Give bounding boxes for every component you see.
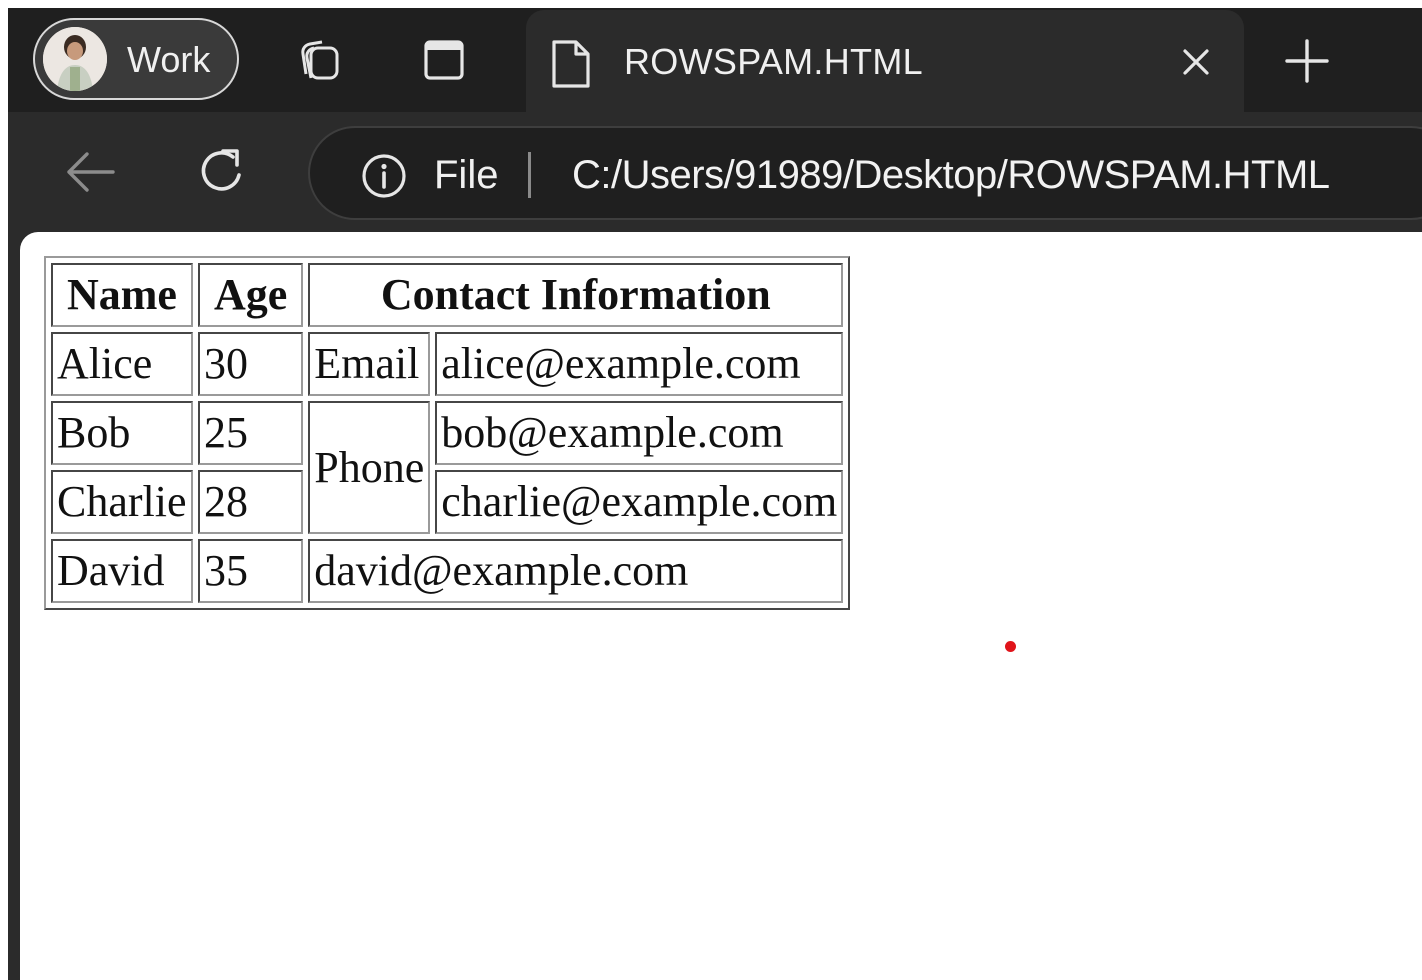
browser-window: Work ROWSPAM.HTML File C:/Users/91989/De… bbox=[8, 8, 1422, 980]
header-contact-information: Contact Information bbox=[308, 263, 844, 327]
tab-title: ROWSPAM.HTML bbox=[624, 41, 923, 82]
header-name: Name bbox=[51, 263, 193, 327]
table-row: Alice 30 Email alice@example.com bbox=[51, 332, 844, 396]
tab-close-button[interactable] bbox=[1172, 38, 1220, 86]
reload-icon bbox=[201, 149, 241, 191]
address-bar[interactable]: File C:/Users/91989/Desktop/ROWSPAM.HTML bbox=[308, 126, 1422, 220]
workspaces-icon bbox=[301, 40, 339, 80]
cell-contact: bob@example.com bbox=[435, 401, 844, 465]
cell-contact: charlie@example.com bbox=[435, 470, 844, 534]
table-row: David 35 david@example.com bbox=[51, 539, 844, 603]
cell-age: 30 bbox=[197, 332, 304, 396]
workspaces-button[interactable] bbox=[290, 32, 346, 88]
plus-icon bbox=[1285, 39, 1329, 83]
red-dot-marker bbox=[1005, 641, 1016, 652]
toolbar: File C:/Users/91989/Desktop/ROWSPAM.HTML bbox=[8, 112, 1422, 232]
table-row: Bob 25 Phone bob@example.com bbox=[51, 401, 844, 534]
cell-contact-method: Phone bbox=[308, 401, 431, 534]
cell-contact: david@example.com bbox=[308, 539, 844, 603]
cell-name: Alice bbox=[51, 332, 193, 396]
cell-age: 28 bbox=[197, 470, 304, 534]
cell-contact-method: Email bbox=[308, 332, 431, 396]
cell-name: Charlie bbox=[51, 470, 193, 534]
url-text[interactable]: C:/Users/91989/Desktop/ROWSPAM.HTML bbox=[572, 150, 1330, 200]
page-content: Name Age Contact Information Alice 30 Em… bbox=[20, 232, 1422, 980]
address-divider bbox=[528, 152, 531, 198]
info-icon[interactable] bbox=[360, 152, 408, 200]
site-scheme-label[interactable]: File bbox=[434, 150, 498, 200]
table-row: Charlie 28 charlie@example.com bbox=[51, 470, 844, 534]
table-header-row: Name Age Contact Information bbox=[51, 263, 844, 327]
profile-label: Work bbox=[127, 39, 211, 80]
profile-button[interactable]: Work bbox=[33, 18, 239, 100]
tab-strip: Work ROWSPAM.HTML bbox=[8, 8, 1422, 112]
back-button[interactable] bbox=[60, 142, 120, 202]
avatar bbox=[43, 27, 107, 91]
tab-rowspam[interactable]: ROWSPAM.HTML bbox=[526, 10, 1244, 112]
new-tab-button[interactable] bbox=[1278, 32, 1336, 90]
tab-actions-icon bbox=[424, 40, 464, 80]
close-icon bbox=[1183, 49, 1209, 75]
back-arrow-icon bbox=[67, 152, 115, 192]
cell-age: 25 bbox=[197, 401, 304, 465]
cell-age: 35 bbox=[197, 539, 304, 603]
cell-contact: alice@example.com bbox=[435, 332, 844, 396]
header-age: Age bbox=[197, 263, 304, 327]
avatar-image bbox=[43, 27, 107, 91]
cell-name: Bob bbox=[51, 401, 193, 465]
reload-button[interactable] bbox=[192, 142, 252, 202]
cell-name: David bbox=[51, 539, 193, 603]
tab-actions-button[interactable] bbox=[416, 32, 472, 88]
contact-table: Name Age Contact Information Alice 30 Em… bbox=[44, 256, 851, 610]
document-icon bbox=[552, 40, 590, 88]
